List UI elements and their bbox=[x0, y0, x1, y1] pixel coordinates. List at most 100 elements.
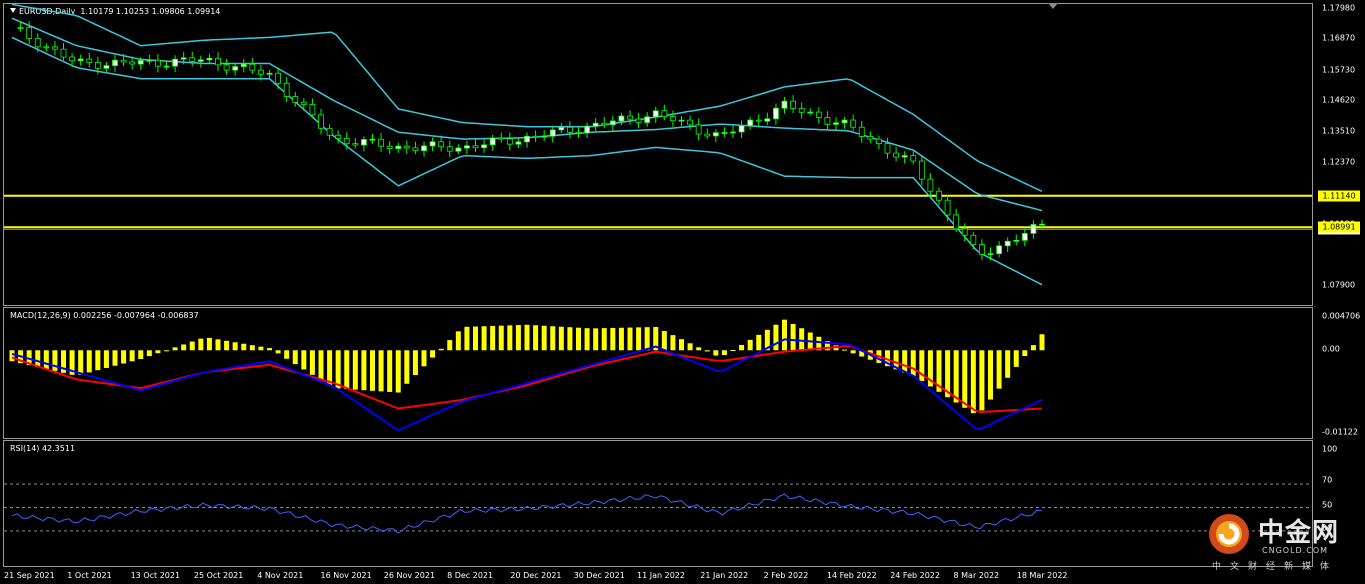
candle-body bbox=[549, 129, 556, 137]
candle-body bbox=[721, 132, 728, 134]
candle-body bbox=[34, 38, 41, 48]
candle-body bbox=[884, 143, 891, 154]
macd-histogram-bar bbox=[584, 328, 590, 351]
candle-body bbox=[309, 104, 316, 116]
candle-body bbox=[489, 137, 496, 146]
candle-body bbox=[627, 115, 633, 120]
candle-body bbox=[687, 119, 693, 126]
candle-body bbox=[747, 119, 754, 127]
candle-body bbox=[197, 59, 204, 62]
candle-body bbox=[403, 145, 410, 149]
macd-histogram-bar bbox=[284, 350, 290, 359]
candle-body bbox=[249, 63, 256, 71]
macd-histogram-bar bbox=[799, 328, 805, 351]
macd-histogram-bar bbox=[35, 350, 41, 368]
time-tick: 14 Feb 2022 bbox=[826, 571, 877, 580]
candle-body bbox=[206, 57, 213, 61]
rsi-tick: 50 bbox=[1322, 500, 1333, 510]
candle-body bbox=[438, 141, 445, 148]
macd-histogram-bar bbox=[267, 348, 272, 351]
candle-body bbox=[172, 58, 178, 67]
candle-body bbox=[120, 59, 127, 63]
macd-histogram-bar bbox=[241, 343, 247, 351]
candle-body bbox=[86, 58, 93, 63]
candle-body bbox=[369, 138, 376, 141]
macd-histogram-bar bbox=[1039, 334, 1045, 351]
macd-histogram-bar bbox=[155, 350, 161, 354]
candle-body bbox=[936, 190, 942, 201]
macd-histogram-bar bbox=[1030, 345, 1036, 351]
candle-body bbox=[52, 46, 58, 50]
candle-body bbox=[1030, 224, 1037, 234]
candle-body bbox=[464, 145, 470, 149]
macd-histogram-bar bbox=[447, 340, 453, 351]
macd-histogram-bar bbox=[181, 344, 187, 351]
candle-body bbox=[592, 122, 599, 127]
macd-histogram-bar bbox=[687, 343, 693, 351]
candle-body bbox=[652, 110, 659, 118]
price-tick: 1.07900 bbox=[1322, 280, 1356, 290]
candle-body bbox=[867, 136, 874, 140]
macd-histogram-bar bbox=[412, 350, 418, 376]
rsi-tick: 70 bbox=[1322, 475, 1333, 485]
macd-histogram-bar bbox=[78, 350, 84, 375]
candle-body bbox=[26, 27, 33, 39]
candle-body bbox=[472, 145, 479, 149]
candle-body bbox=[69, 56, 75, 62]
macd-histogram-bar bbox=[670, 335, 676, 351]
candle-body bbox=[953, 214, 960, 230]
macd-histogram-bar bbox=[524, 324, 530, 351]
macd-histogram-bar bbox=[224, 340, 230, 351]
candle-body bbox=[446, 146, 453, 152]
level-upper-label: 1.11140 bbox=[1318, 190, 1360, 202]
time-tick: 11 Jan 2022 bbox=[637, 571, 685, 580]
candle-body bbox=[232, 66, 239, 71]
candle-body bbox=[1004, 240, 1011, 247]
rsi-line bbox=[11, 493, 1043, 534]
macd-histogram-bar bbox=[344, 350, 350, 390]
time-tick: 21 Jan 2022 bbox=[700, 571, 749, 580]
macd-histogram-bar bbox=[790, 323, 796, 351]
macd-histogram-bar bbox=[146, 350, 152, 357]
candle-body bbox=[129, 61, 136, 65]
candle-body bbox=[60, 48, 67, 58]
candle-body bbox=[918, 160, 925, 180]
bollinger-lower-band bbox=[11, 36, 1043, 286]
candle-body bbox=[644, 116, 651, 123]
macd-histogram-bar bbox=[507, 325, 513, 351]
candle-body bbox=[781, 100, 788, 109]
price-tick: 1.14620 bbox=[1322, 95, 1356, 105]
candle-body bbox=[335, 134, 342, 139]
macd-histogram-bar bbox=[301, 350, 307, 370]
macd-histogram-bar bbox=[164, 350, 169, 352]
candle-body bbox=[292, 96, 299, 103]
macd-histogram-bar bbox=[138, 350, 144, 360]
macd-histogram-bar bbox=[1005, 350, 1011, 378]
macd-histogram-bar bbox=[704, 350, 710, 352]
candle-body bbox=[944, 199, 951, 216]
candle-body bbox=[678, 119, 685, 122]
macd-histogram-bar bbox=[189, 341, 195, 351]
macd-histogram-bar bbox=[206, 337, 212, 351]
candle-body bbox=[901, 155, 908, 158]
candle-body bbox=[575, 131, 582, 134]
candle-body bbox=[850, 119, 857, 128]
time-tick: 2 Feb 2022 bbox=[763, 571, 809, 580]
bollinger-middle-band bbox=[11, 17, 1043, 212]
candle-body bbox=[893, 152, 899, 158]
macd-histogram-bar bbox=[455, 331, 461, 351]
candle-body bbox=[378, 138, 384, 147]
candle-body bbox=[773, 107, 779, 120]
candle-body bbox=[498, 137, 505, 140]
candle-body bbox=[412, 147, 419, 152]
macd-histogram-bar bbox=[378, 350, 384, 392]
candle-body bbox=[910, 155, 917, 162]
macd-histogram-bar bbox=[335, 350, 341, 389]
candle-body bbox=[515, 141, 522, 145]
candle-body bbox=[395, 145, 402, 149]
candle-body bbox=[670, 116, 676, 122]
candle-body bbox=[979, 244, 985, 255]
level-lower-label: 1.08991 bbox=[1318, 221, 1360, 233]
price-tick: 1.17980 bbox=[1322, 3, 1356, 13]
candle-body bbox=[1013, 239, 1020, 242]
